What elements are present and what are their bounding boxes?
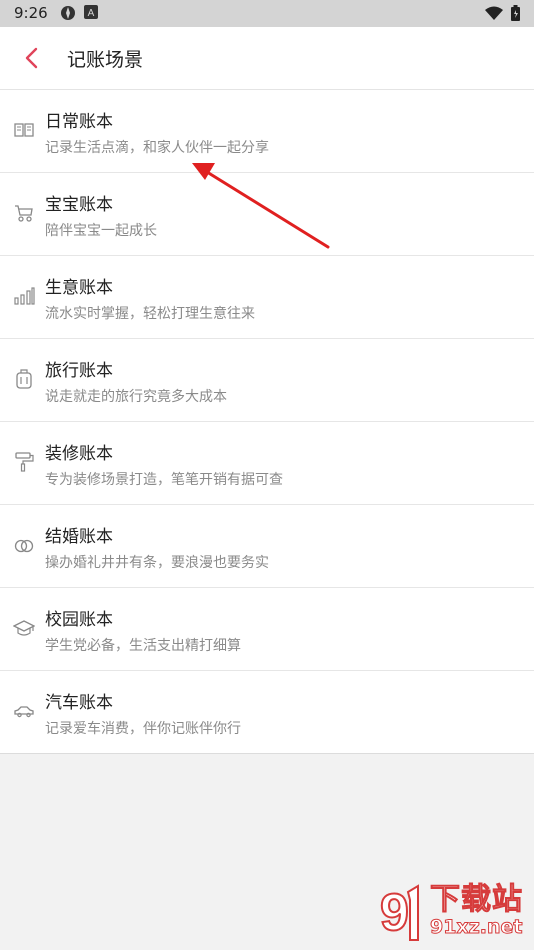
watermark-text-top: 下载站 (430, 882, 523, 918)
scene-title: 生意账本 (45, 278, 113, 298)
scene-item-daily[interactable]: 日常账本 记录生活点滴，和家人伙伴一起分享 (0, 90, 534, 173)
scene-list: 日常账本 记录生活点滴，和家人伙伴一起分享 宝宝账本 陪伴宝宝一起成长 生意账本… (0, 90, 534, 754)
scene-subtitle: 流水实时掌握，轻松打理生意往来 (45, 306, 255, 322)
scene-item-car[interactable]: 汽车账本 记录爱车消费，伴你记账伴你行 (0, 671, 534, 754)
scene-subtitle: 操办婚礼井井有条，要浪漫也要务实 (45, 555, 269, 571)
scene-subtitle: 学生党必备，生活支出精打细算 (45, 638, 241, 654)
scene-subtitle: 记录生活点滴，和家人伙伴一起分享 (45, 140, 269, 156)
chevron-left-icon (25, 47, 38, 69)
scene-subtitle: 记录爱车消费，伴你记账伴你行 (45, 721, 241, 737)
graduation-cap-icon (13, 620, 35, 636)
scene-title: 校园账本 (45, 610, 113, 630)
svg-text:9: 9 (380, 884, 409, 942)
scene-item-campus[interactable]: 校园账本 学生党必备，生活支出精打细算 (0, 588, 534, 671)
battery-icon (511, 5, 520, 21)
scene-item-renovation[interactable]: 装修账本 专为装修场景打造，笔笔开销有据可查 (0, 422, 534, 505)
book-icon (14, 123, 34, 137)
bar-chart-icon (14, 287, 35, 305)
status-bar: 9:26 A (0, 0, 534, 27)
watermark-text-bottom: 91xz.net (429, 916, 523, 939)
scene-title: 宝宝账本 (45, 195, 113, 215)
scene-subtitle: 专为装修场景打造，笔笔开销有据可查 (45, 472, 283, 488)
paint-roller-icon (15, 452, 34, 472)
stroller-icon (15, 205, 33, 222)
svg-text:A: A (88, 8, 95, 19)
scene-item-travel[interactable]: 旅行账本 说走就走的旅行究竟多大成本 (0, 339, 534, 422)
vpn-icon (61, 6, 75, 20)
a-notification-icon: A (84, 5, 98, 19)
status-time: 9:26 (14, 4, 48, 22)
scene-subtitle: 陪伴宝宝一起成长 (45, 223, 157, 239)
scene-title: 结婚账本 (45, 527, 113, 547)
app-bar: 记账场景 (0, 27, 534, 90)
scene-title: 旅行账本 (45, 361, 113, 381)
wifi-icon (485, 6, 503, 20)
back-button[interactable] (14, 40, 50, 76)
car-icon (14, 706, 34, 718)
scene-title: 汽车账本 (45, 693, 113, 713)
scene-item-wedding[interactable]: 结婚账本 操办婚礼井井有条，要浪漫也要务实 (0, 505, 534, 588)
scene-subtitle: 说走就走的旅行究竟多大成本 (45, 389, 227, 405)
rings-icon (14, 539, 34, 553)
scene-title: 装修账本 (45, 444, 113, 464)
watermark-91-mark-icon: 9 (379, 883, 419, 943)
page-title: 记账场景 (67, 49, 144, 71)
watermark-logo: 9 下载站 91xz.net (378, 872, 528, 946)
scene-title: 日常账本 (45, 112, 113, 132)
scene-item-business[interactable]: 生意账本 流水实时掌握，轻松打理生意往来 (0, 256, 534, 339)
luggage-icon (16, 369, 32, 389)
scene-item-baby[interactable]: 宝宝账本 陪伴宝宝一起成长 (0, 173, 534, 256)
